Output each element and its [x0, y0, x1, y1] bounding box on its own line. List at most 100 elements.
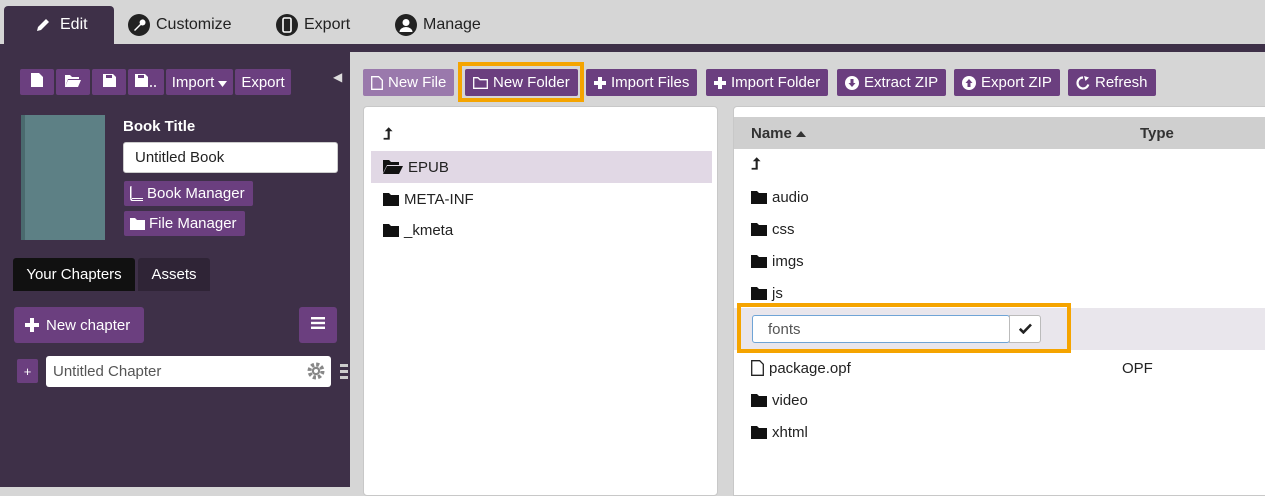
save-as-button[interactable]	[128, 69, 164, 95]
tab-assets[interactable]: Assets	[138, 258, 210, 291]
tab-underline	[0, 44, 1265, 52]
plus-icon: +	[23, 363, 32, 379]
folder-open-icon	[65, 74, 81, 91]
new-folder-label: New Folder	[493, 74, 570, 91]
folder-icon	[751, 286, 767, 300]
file-manager-panel: New File New Folder Import Files Import …	[350, 52, 1265, 496]
tree-item-meta-inf[interactable]: META-INF	[371, 183, 712, 215]
table-row[interactable]: package.opf OPF	[734, 352, 1265, 384]
tree-item-epub[interactable]: EPUB	[371, 151, 712, 183]
folder-icon	[751, 222, 767, 236]
plus-icon	[714, 76, 726, 89]
plus-icon	[25, 318, 39, 332]
tree-item-kmeta[interactable]: _kmeta	[371, 214, 712, 246]
add-subchapter-button[interactable]: +	[17, 359, 38, 383]
export-zip-label: Export ZIP	[981, 74, 1052, 91]
gear-icon[interactable]	[307, 362, 325, 385]
table-row[interactable]: css	[734, 213, 1265, 245]
tree-item-label: EPUB	[408, 158, 449, 176]
tab-edit[interactable]: Edit	[4, 6, 114, 44]
tab-manage[interactable]: Manage	[395, 6, 481, 44]
folder-tree: ⮥ EPUB META-INF _kmeta	[363, 106, 718, 496]
tree-item-label: META-INF	[404, 190, 474, 208]
file-manager-label: File Manager	[149, 215, 237, 232]
file-name: audio	[772, 188, 809, 206]
tab-label: Edit	[60, 16, 88, 33]
file-manager-button[interactable]: File Manager	[124, 211, 245, 236]
book-manager-button[interactable]: Book Manager	[124, 181, 253, 206]
tab-customize[interactable]: Customize	[128, 6, 232, 44]
new-file-button[interactable]: New File	[363, 69, 455, 96]
tree-up-button[interactable]: ⮥	[371, 119, 712, 151]
plus-icon	[594, 76, 606, 89]
file-name: video	[772, 391, 808, 409]
tab-label: Customize	[156, 16, 232, 33]
new-file-label: New File	[388, 74, 447, 91]
import-dropdown-button[interactable]: Import	[166, 69, 233, 95]
name-column-header[interactable]: Name	[751, 125, 806, 142]
drag-handle-icon[interactable]	[340, 364, 348, 385]
file-icon	[751, 360, 764, 376]
extract-zip-label: Extract ZIP	[864, 74, 939, 91]
import-folder-button[interactable]: Import Folder	[706, 69, 829, 96]
folder-icon	[130, 217, 145, 230]
tab-label: Manage	[423, 16, 481, 33]
caret-down-icon	[218, 74, 228, 91]
left-sidebar: Import Export ◀ Book Title Book Manager …	[0, 52, 350, 487]
tab-your-chapters[interactable]: Your Chapters	[13, 258, 135, 291]
file-name: xhtml	[772, 423, 808, 441]
name-column-label: Name	[751, 125, 792, 142]
chapter-menu-button[interactable]	[299, 307, 337, 343]
table-row[interactable]: video	[734, 384, 1265, 416]
file-up-row[interactable]: ⮥	[734, 149, 1265, 181]
export-label: Export	[241, 73, 285, 91]
refresh-icon	[1076, 75, 1090, 90]
tab-label: Export	[304, 16, 351, 33]
folder-icon	[751, 425, 767, 439]
folder-icon	[751, 393, 767, 407]
chapter-title-field[interactable]: Untitled Chapter	[46, 356, 331, 387]
wrench-icon	[128, 14, 150, 36]
file-type: OPF	[1122, 359, 1153, 377]
book-manager-label: Book Manager	[147, 185, 245, 202]
book-cover[interactable]	[21, 115, 105, 240]
tab-export[interactable]: Export	[276, 6, 350, 44]
file-name: css	[772, 220, 795, 238]
file-icon	[371, 75, 383, 90]
export-zip-button[interactable]: Export ZIP	[954, 69, 1060, 96]
tree-item-label: _kmeta	[404, 221, 454, 239]
import-folder-label: Import Folder	[731, 74, 821, 91]
file-name: imgs	[772, 252, 804, 270]
tab-label: Assets	[151, 266, 197, 283]
folder-icon	[751, 190, 767, 204]
table-row[interactable]: xhtml	[734, 416, 1265, 448]
new-chapter-button[interactable]: New chapter	[14, 307, 144, 343]
pencil-icon	[32, 14, 54, 36]
new-chapter-label: New chapter	[46, 316, 131, 334]
import-files-label: Import Files	[611, 74, 690, 91]
level-up-icon: ⮥	[751, 156, 761, 173]
user-icon	[395, 14, 417, 36]
save-as-icon	[135, 73, 157, 91]
import-files-button[interactable]: Import Files	[586, 69, 698, 96]
file-list-header: Name Type	[734, 117, 1265, 149]
table-row[interactable]: audio	[734, 181, 1265, 213]
table-row[interactable]: imgs	[734, 245, 1265, 277]
refresh-label: Refresh	[1095, 74, 1148, 91]
collapse-sidebar-icon[interactable]: ◀	[333, 70, 342, 84]
save-icon	[102, 73, 116, 91]
extract-zip-button[interactable]: Extract ZIP	[837, 69, 947, 96]
top-tab-bar: Edit Customize Export Manage	[0, 0, 1265, 44]
save-button[interactable]	[92, 69, 126, 95]
open-book-button[interactable]	[56, 69, 90, 95]
new-folder-button[interactable]: New Folder	[465, 69, 578, 96]
type-column-header[interactable]: Type	[1140, 125, 1174, 142]
refresh-button[interactable]: Refresh	[1068, 69, 1156, 96]
folder-icon	[383, 192, 399, 206]
folder-icon	[751, 254, 767, 268]
new-book-button[interactable]	[20, 69, 54, 95]
tablet-icon	[276, 14, 298, 36]
book-title-input[interactable]	[123, 142, 338, 173]
book-icon	[130, 186, 143, 201]
export-button[interactable]: Export	[235, 69, 291, 95]
